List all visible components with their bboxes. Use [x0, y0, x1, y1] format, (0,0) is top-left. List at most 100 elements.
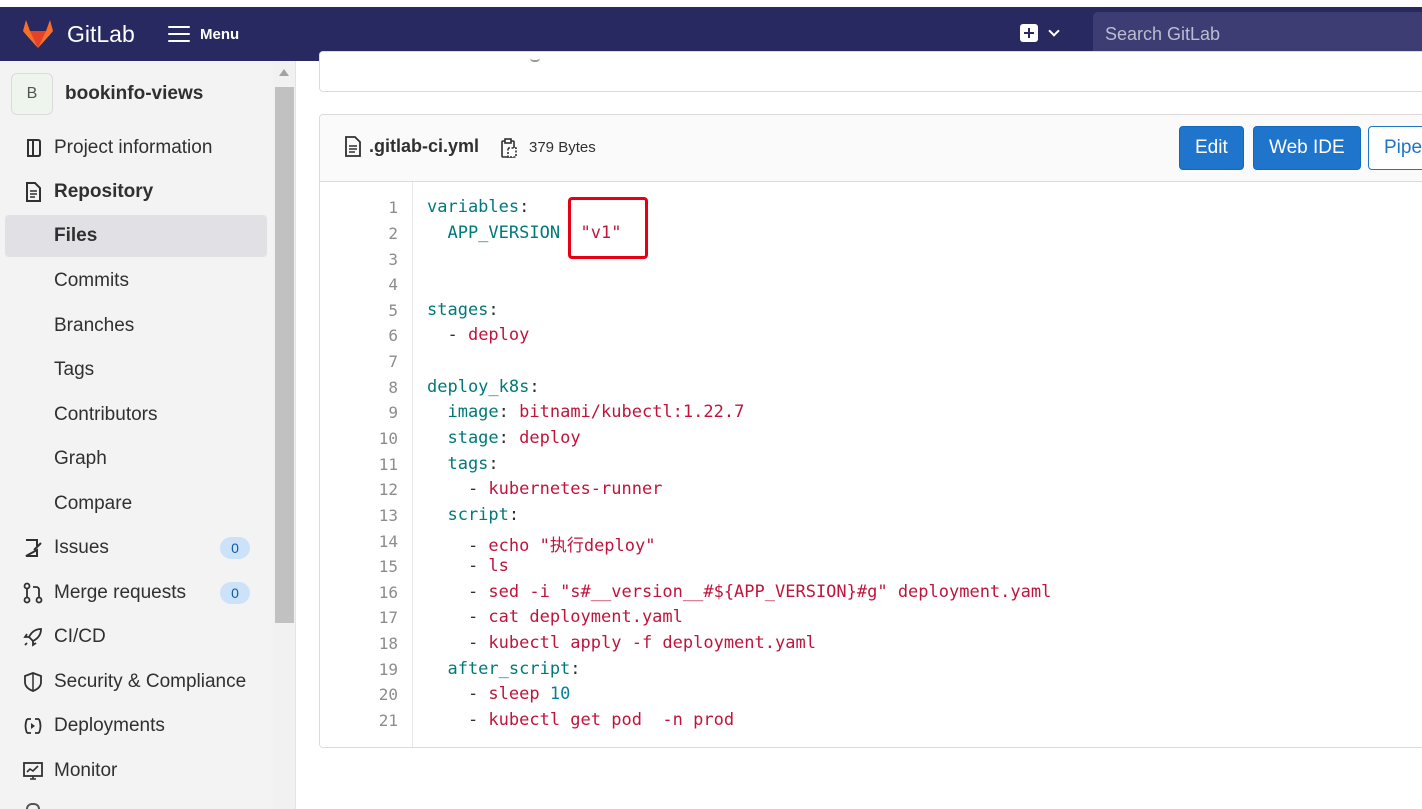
search-input[interactable]: Search GitLab: [1093, 12, 1422, 56]
sidebar-item-monitor[interactable]: Monitor: [0, 750, 268, 792]
brand-name[interactable]: GitLab: [67, 21, 135, 48]
code-line-20: - sleep 10: [427, 684, 570, 704]
sidebar-item-label: Compare: [54, 493, 133, 514]
sidebar-item-contributors[interactable]: Contributors: [0, 394, 268, 436]
yaml-string: deploy: [467, 325, 530, 345]
copy-clipboard-icon[interactable]: [500, 137, 518, 159]
sidebar-item-issues[interactable]: Issues 0: [0, 527, 268, 569]
yaml-string: kubectl apply -f deployment.yaml: [488, 633, 816, 653]
sidebar-item-ci-cd[interactable]: CI/CD: [0, 616, 268, 658]
project-info-icon: [27, 139, 41, 157]
sidebar-scrollbar[interactable]: [273, 61, 295, 809]
yaml-key: variables: [427, 197, 520, 217]
file-header: .gitlab-ci.yml 379 Bytes Edit Web IDE Pi…: [320, 115, 1422, 182]
sidebar-item-merge-requests[interactable]: Merge requests 0: [0, 572, 268, 614]
sidebar-item-label: CI/CD: [54, 626, 106, 647]
scrollbar-thumb[interactable]: [275, 87, 294, 623]
yaml-string: echo "执行deploy": [488, 536, 656, 556]
line-number[interactable]: 16: [358, 583, 398, 602]
line-number[interactable]: 9: [358, 403, 398, 422]
line-number[interactable]: 20: [358, 685, 398, 704]
punctuation: :: [488, 454, 499, 474]
plus-square-icon: [1020, 24, 1038, 42]
punctuation: :: [498, 428, 520, 448]
line-number[interactable]: 12: [358, 480, 398, 499]
yaml-key: image: [427, 402, 499, 422]
yaml-string: cat deployment.yaml: [488, 607, 683, 627]
code-view: 1 2 3 4 5 6 7 8 9 10 11 12 13 14 15 16 1…: [320, 182, 1422, 747]
sidebar-item-tags[interactable]: Tags: [0, 349, 268, 391]
project-header[interactable]: B bookinfo-views: [11, 73, 203, 115]
sidebar-item-deployments[interactable]: Deployments: [0, 705, 268, 747]
yaml-string: bitnami/kubectl:1.22.7: [519, 402, 745, 422]
list-dash: -: [427, 582, 489, 602]
list-dash: -: [427, 479, 489, 499]
sidebar-item-commits[interactable]: Commits: [0, 260, 268, 302]
code-line-1: variables:: [427, 197, 529, 217]
merge-requests-count-badge: 0: [220, 582, 250, 604]
sidebar-item-label: Monitor: [54, 760, 118, 781]
sidebar-item-branches[interactable]: Branches: [0, 305, 268, 347]
file-viewer: .gitlab-ci.yml 379 Bytes Edit Web IDE Pi…: [319, 114, 1422, 748]
yaml-key: tags: [427, 454, 489, 474]
line-number[interactable]: 5: [358, 301, 398, 320]
list-dash: -: [427, 607, 489, 627]
sidebar-item-repository[interactable]: Repository: [0, 171, 268, 213]
line-number[interactable]: 19: [358, 660, 398, 679]
sidebar-item-compare[interactable]: Compare: [0, 483, 268, 525]
menu-button[interactable]: Menu: [168, 21, 239, 47]
window-top-strip: [0, 0, 1422, 7]
yaml-string: kubectl get pod -n prod: [488, 710, 735, 730]
yaml-string: ls: [488, 556, 509, 576]
yaml-string: deploy: [519, 428, 581, 448]
line-number[interactable]: 6: [358, 326, 398, 345]
line-number[interactable]: 21: [358, 711, 398, 730]
sidebar-item-label: Contributors: [54, 404, 158, 425]
sidebar-item-label: Graph: [54, 448, 107, 469]
sidebar-item-security-compliance[interactable]: Security & Compliance: [0, 661, 268, 703]
code-line-19: after_script:: [427, 659, 580, 679]
line-number[interactable]: 3: [358, 250, 398, 269]
line-number[interactable]: 4: [358, 275, 398, 294]
gitlab-logo-icon[interactable]: [21, 17, 55, 51]
edit-button[interactable]: Edit: [1179, 126, 1244, 170]
line-number-gutter: 1 2 3 4 5 6 7 8 9 10 11 12 13 14 15 16 1…: [320, 182, 413, 747]
sidebar-item-label: Project information: [54, 137, 213, 158]
shield-icon: [24, 672, 42, 692]
line-number[interactable]: 2: [358, 224, 398, 243]
hamburger-icon: [168, 26, 190, 42]
punctuation: :: [519, 197, 530, 217]
line-number[interactable]: 10: [358, 429, 398, 448]
line-number[interactable]: 1: [358, 198, 398, 217]
yaml-key: APP_VERSION: [427, 223, 561, 243]
yaml-string: sed -i "s#__version__#${APP_VERSION}#g" …: [488, 582, 1052, 602]
yaml-key: stages: [427, 300, 489, 320]
code-line-10: stage: deploy: [427, 428, 581, 448]
line-number[interactable]: 8: [358, 378, 398, 397]
line-number[interactable]: 13: [358, 506, 398, 525]
project-avatar: B: [11, 73, 53, 115]
scroll-up-arrow-icon[interactable]: [279, 69, 289, 76]
main-content: .gitlab-ci.yml 379 Bytes Edit Web IDE Pi…: [296, 51, 1422, 809]
line-number[interactable]: 7: [358, 352, 398, 371]
create-new-dropdown[interactable]: [1020, 24, 1060, 42]
line-number[interactable]: 17: [358, 608, 398, 627]
web-ide-button[interactable]: Web IDE: [1253, 126, 1361, 170]
repository-icon: [26, 182, 41, 202]
next-item-icon: [26, 803, 40, 809]
sidebar-item-graph[interactable]: Graph: [0, 438, 268, 480]
sidebar-item-files[interactable]: Files: [5, 215, 267, 257]
code-line-11: tags:: [427, 454, 499, 474]
previous-card: [319, 51, 1422, 92]
search-placeholder: Search GitLab: [1105, 23, 1221, 44]
line-number[interactable]: 15: [358, 557, 398, 576]
code-line-9: image: bitnami/kubectl:1.22.7: [427, 402, 744, 422]
sidebar-item-project-information[interactable]: Project information: [0, 127, 268, 169]
line-number[interactable]: 14: [358, 532, 398, 551]
code-line-15: - ls: [427, 556, 509, 576]
line-number[interactable]: 18: [358, 634, 398, 653]
pipeline-editor-button[interactable]: Pipel: [1368, 126, 1422, 170]
code-line-14: - echo "执行deploy": [427, 531, 656, 556]
yaml-key: after_script: [427, 659, 571, 679]
line-number[interactable]: 11: [358, 455, 398, 474]
